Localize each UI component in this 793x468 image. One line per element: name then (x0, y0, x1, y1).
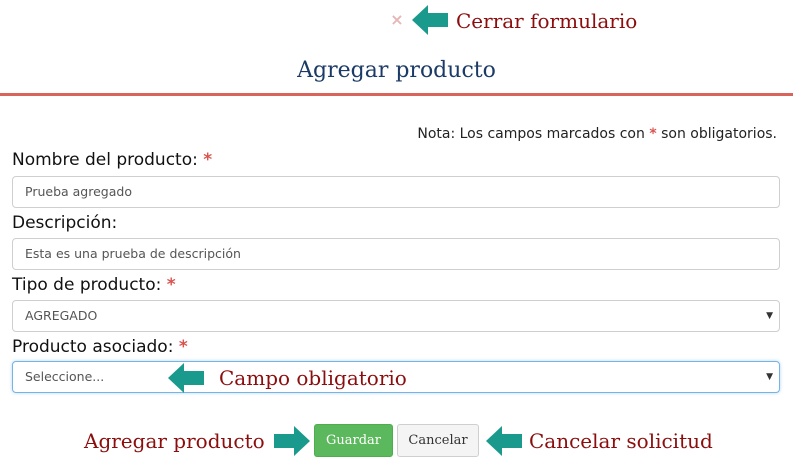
cancel-button[interactable]: Cancelar (397, 424, 479, 457)
product-type-selected: AGREGADO (25, 308, 98, 323)
product-name-label-text: Nombre del producto: (12, 150, 198, 170)
product-name-input[interactable]: Prueba agregado (12, 176, 780, 208)
save-button[interactable]: Guardar (314, 424, 393, 457)
callout-arrow-save (274, 426, 310, 456)
required-asterisk: * (203, 150, 213, 170)
required-note: Nota: Los campos marcados con * son obli… (417, 124, 777, 144)
required-asterisk: * (178, 337, 188, 357)
product-type-select[interactable]: AGREGADO ▼ (12, 300, 780, 332)
callout-arrow-close (412, 5, 448, 35)
product-name-label: Nombre del producto: * (12, 149, 212, 171)
callout-close-form: Cerrar formulario (456, 9, 638, 33)
callout-cancel-request: Cancelar solicitud (529, 429, 713, 453)
description-input[interactable]: Esta es una prueba de descripción (12, 238, 780, 270)
callout-add-product: Agregar producto (84, 429, 265, 453)
note-prefix: Nota: Los campos marcados con (417, 126, 645, 142)
product-type-label-text: Tipo de producto: (12, 275, 162, 295)
chevron-down-icon: ▼ (766, 311, 773, 321)
associated-product-label: Producto asociado: * (12, 336, 188, 358)
callout-required-field: Campo obligatorio (219, 366, 407, 390)
associated-product-label-text: Producto asociado: (12, 337, 174, 357)
page-title: Agregar producto (297, 58, 496, 83)
callout-arrow-cancel (486, 426, 522, 456)
required-asterisk: * (166, 275, 176, 295)
close-icon[interactable]: × (389, 10, 405, 30)
callout-arrow-required (168, 363, 204, 393)
description-label: Descripción: (12, 213, 118, 233)
product-type-label: Tipo de producto: * (12, 274, 176, 296)
note-suffix: son obligatorios. (661, 126, 777, 142)
title-divider (0, 93, 793, 96)
associated-product-selected: Seleccione... (25, 369, 105, 384)
chevron-down-icon: ▼ (766, 372, 773, 382)
note-asterisk: * (649, 126, 657, 142)
